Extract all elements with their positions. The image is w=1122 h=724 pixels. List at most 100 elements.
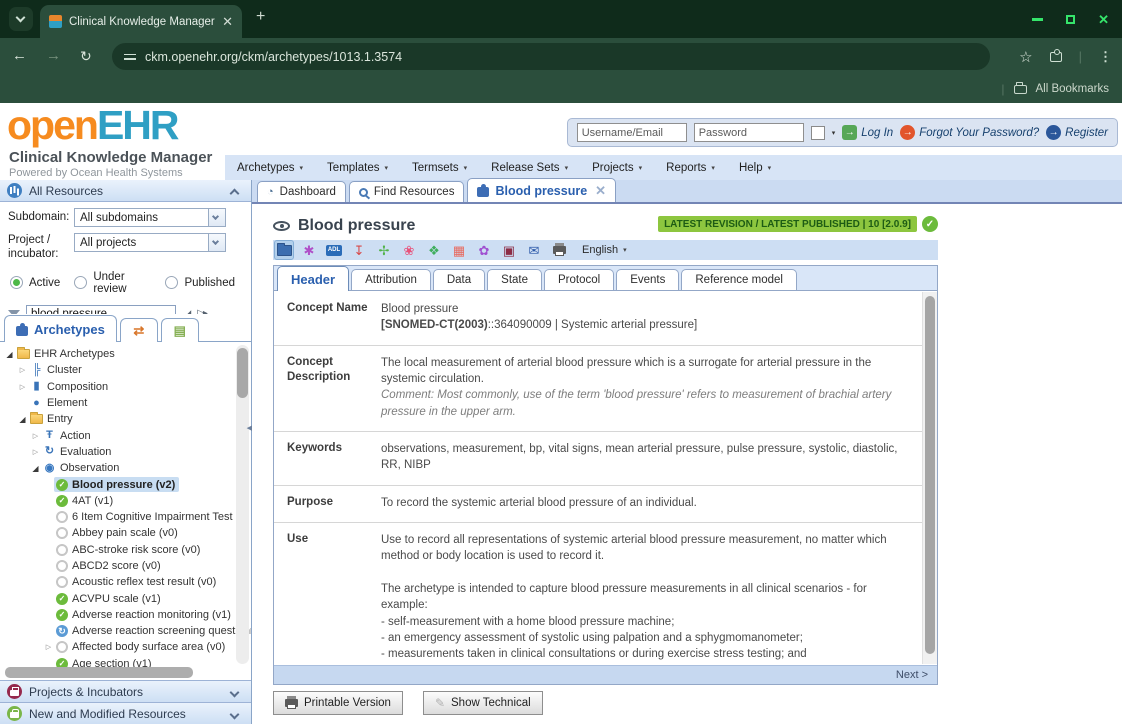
tree-item-abcd2-score-v0[interactable]: ABCD2 score (v0) bbox=[0, 558, 251, 574]
openehr-logo[interactable]: openEHR bbox=[7, 104, 178, 147]
tree-item-6-item-cognitive-impairment-test-6[interactable]: 6 Item Cognitive Impairment Test (6 bbox=[0, 509, 251, 525]
tree-item-element[interactable]: ●Element bbox=[0, 395, 251, 411]
menu-item-help[interactable]: Help▾ bbox=[727, 155, 783, 180]
subdomain-select[interactable]: All subdomains bbox=[74, 208, 226, 227]
new-tab-button[interactable]: + bbox=[256, 8, 265, 26]
reload-icon[interactable]: ↻ bbox=[80, 48, 92, 65]
menu-item-termsets[interactable]: Termsets▾ bbox=[400, 155, 479, 180]
show-technical-button[interactable]: ✎Show Technical bbox=[423, 691, 543, 715]
mail-icon[interactable]: ✉ bbox=[525, 241, 543, 259]
tab-reference-model[interactable]: Reference model bbox=[681, 269, 797, 290]
transform-icon[interactable]: ✿ bbox=[475, 241, 493, 259]
tree-item-observation[interactable]: ◢◉Observation bbox=[0, 460, 251, 476]
chevron-down-icon[interactable]: ▾ bbox=[832, 129, 836, 137]
tree-item-acvpu-scale-v1[interactable]: ✓ACVPU scale (v1) bbox=[0, 590, 251, 606]
radio-active[interactable] bbox=[10, 276, 23, 289]
menu-item-archetypes[interactable]: Archetypes▾ bbox=[225, 155, 315, 180]
tree-vscroll-thumb[interactable] bbox=[237, 348, 248, 398]
back-icon[interactable]: ← bbox=[12, 47, 27, 64]
award-icon[interactable]: ❀ bbox=[400, 241, 418, 259]
tree-item-cluster[interactable]: ▷╠Cluster bbox=[0, 362, 251, 378]
radio-published[interactable] bbox=[165, 276, 178, 289]
tree-item-evaluation[interactable]: ▷↻Evaluation bbox=[0, 444, 251, 460]
content-scrollbar[interactable] bbox=[922, 292, 937, 664]
new-modified-header[interactable]: New and Modified Resources bbox=[0, 702, 251, 724]
tree-item-abbey-pain-scale-v0[interactable]: Abbey pain scale (v0) bbox=[0, 525, 251, 541]
tree-item-adverse-reaction-monitoring-v1[interactable]: ✓Adverse reaction monitoring (v1) bbox=[0, 607, 251, 623]
username-field[interactable] bbox=[577, 123, 687, 142]
tree-item-entry[interactable]: ◢Entry bbox=[0, 411, 251, 427]
tree-hscroll-thumb[interactable] bbox=[5, 667, 193, 678]
tab-dashboard[interactable]: ◔Dashboard bbox=[257, 181, 346, 202]
download-icon[interactable]: ↧ bbox=[350, 241, 368, 259]
close-tab-icon[interactable]: ✕ bbox=[595, 184, 606, 197]
close-window-icon[interactable]: ✕ bbox=[1098, 13, 1109, 26]
all-bookmarks-button[interactable]: All Bookmarks bbox=[1036, 83, 1110, 95]
log-in-button[interactable]: →Log In bbox=[842, 125, 893, 140]
tab-blood-pressure[interactable]: Blood pressure✕ bbox=[467, 178, 616, 202]
tab-events[interactable]: Events bbox=[616, 269, 679, 290]
tab-data[interactable]: Data bbox=[433, 269, 485, 290]
projects-incubators-header[interactable]: Projects & Incubators bbox=[0, 680, 251, 702]
minimize-icon[interactable] bbox=[1032, 18, 1043, 21]
tab-header[interactable]: Header bbox=[277, 266, 349, 291]
folder-icon[interactable] bbox=[275, 241, 293, 259]
printable-version-button[interactable]: Printable Version bbox=[273, 691, 403, 715]
tab-termsets[interactable]: ▤ bbox=[161, 318, 199, 342]
all-resources-header[interactable]: All Resources bbox=[0, 180, 251, 202]
bookmark-star-icon[interactable]: ☆ bbox=[1019, 48, 1032, 66]
mindmap-icon[interactable]: ✱ bbox=[300, 241, 318, 259]
menu-item-reports[interactable]: Reports▾ bbox=[654, 155, 727, 180]
radio-under-review[interactable] bbox=[74, 276, 87, 289]
next-link[interactable]: Next > bbox=[896, 669, 928, 681]
expand-icon[interactable]: ▷ bbox=[43, 643, 54, 651]
tab-protocol[interactable]: Protocol bbox=[544, 269, 614, 290]
share-icon[interactable]: ❖ bbox=[425, 241, 443, 259]
expand-icon[interactable]: ▷ bbox=[17, 383, 28, 391]
language-selector[interactable]: English▾ bbox=[582, 244, 627, 256]
site-info-icon[interactable] bbox=[124, 52, 136, 62]
menu-item-release-sets[interactable]: Release Sets▾ bbox=[479, 155, 580, 180]
chevron-up-icon[interactable] bbox=[230, 189, 240, 199]
menu-item-projects[interactable]: Projects▾ bbox=[580, 155, 654, 180]
tab-state[interactable]: State bbox=[487, 269, 542, 290]
expand-icon[interactable]: ▷ bbox=[17, 366, 28, 374]
print-icon[interactable] bbox=[550, 241, 568, 259]
tree-item-composition[interactable]: ▷▮Composition bbox=[0, 379, 251, 395]
password-field[interactable] bbox=[694, 123, 804, 142]
tab-templates[interactable]: ⇄ bbox=[120, 318, 158, 342]
chevron-down-icon[interactable] bbox=[230, 710, 240, 720]
select-button[interactable] bbox=[208, 209, 225, 226]
remember-me-checkbox[interactable] bbox=[811, 126, 825, 140]
chevron-down-icon[interactable] bbox=[230, 688, 240, 698]
tree-item-affected-body-surface-area-v0[interactable]: ▷Affected body surface area (v0) bbox=[0, 639, 251, 655]
register-link[interactable]: →Register bbox=[1046, 125, 1108, 140]
project-select[interactable]: All projects bbox=[74, 233, 226, 252]
select-button[interactable] bbox=[208, 234, 225, 251]
forgot-password-link[interactable]: →Forgot Your Password? bbox=[900, 125, 1039, 140]
tree-item-abc-stroke-risk-score-v0[interactable]: ABC-stroke risk score (v0) bbox=[0, 542, 251, 558]
tree-item-blood-pressure-v2[interactable]: ✓Blood pressure (v2) bbox=[0, 476, 251, 492]
tree-item-adverse-reaction-screening-questionn[interactable]: ↻Adverse reaction screening questionn bbox=[0, 623, 251, 639]
archive-icon[interactable]: ▦ bbox=[450, 241, 468, 259]
menu-item-templates[interactable]: Templates▾ bbox=[315, 155, 400, 180]
tab-find-resources[interactable]: Find Resources bbox=[349, 181, 465, 202]
briefcase-icon[interactable]: ▣ bbox=[500, 241, 518, 259]
tab-archetypes[interactable]: Archetypes bbox=[4, 315, 117, 342]
adl-icon[interactable]: ADL bbox=[325, 241, 343, 259]
collapse-icon[interactable]: ◢ bbox=[17, 415, 28, 424]
compress-icon[interactable]: ✢ bbox=[375, 241, 393, 259]
tab-search-button[interactable] bbox=[9, 7, 33, 31]
expand-icon[interactable]: ▷ bbox=[30, 448, 41, 456]
tree-item-4at-v1[interactable]: ✓4AT (v1) bbox=[0, 493, 251, 509]
forward-icon[interactable]: → bbox=[46, 47, 61, 64]
browser-tab[interactable]: Clinical Knowledge Manager ✕ bbox=[40, 5, 242, 38]
tab-attribution[interactable]: Attribution bbox=[351, 269, 431, 290]
close-tab-icon[interactable]: ✕ bbox=[222, 15, 233, 28]
tree-item-action[interactable]: ▷ŦAction bbox=[0, 427, 251, 443]
collapse-icon[interactable]: ◢ bbox=[4, 350, 15, 359]
address-bar[interactable]: ckm.openehr.org/ckm/archetypes/1013.1.35… bbox=[112, 43, 990, 70]
expand-icon[interactable]: ▷ bbox=[30, 432, 41, 440]
browser-menu-icon[interactable]: ⋮ bbox=[1099, 49, 1112, 65]
extensions-icon[interactable] bbox=[1050, 52, 1062, 62]
